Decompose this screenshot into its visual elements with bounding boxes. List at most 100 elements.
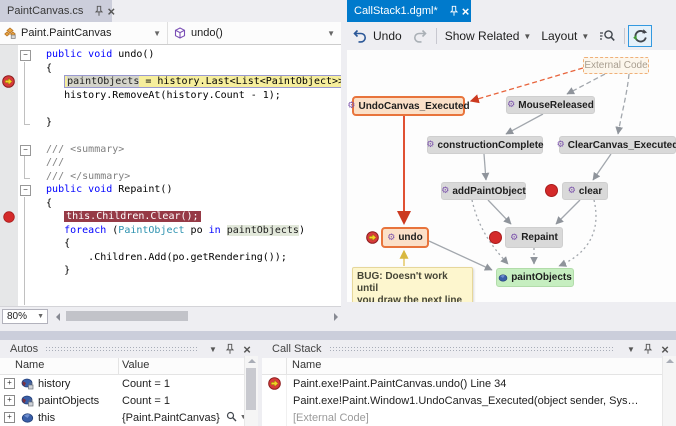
- chevron-down-icon: ▼: [327, 29, 335, 38]
- code-segment: = history.Last<List<PaintObject>>();: [139, 76, 341, 87]
- show-related-dropdown[interactable]: Show Related ▼: [440, 25, 537, 47]
- tab-label: CallStack1.dgml*: [354, 5, 438, 17]
- close-icon[interactable]: ×: [107, 5, 115, 18]
- graph-node-external-code[interactable]: External Code: [583, 57, 649, 74]
- current-statement-icon[interactable]: [2, 75, 15, 88]
- drag-grip[interactable]: [330, 347, 615, 351]
- fold-toggle-icon[interactable]: −: [20, 185, 31, 196]
- autos-row[interactable]: +historyCount = 1: [0, 375, 258, 392]
- code-line[interactable]: }: [0, 264, 341, 278]
- column-name: Name: [15, 359, 44, 371]
- expander-icon[interactable]: +: [4, 412, 15, 423]
- graph-node-label: UndoCanvas_Executed: [358, 101, 469, 112]
- code-line[interactable]: {: [0, 62, 341, 76]
- tab-callstack-dgml[interactable]: CallStack1.dgml* ×: [347, 0, 471, 22]
- graph-node-addpaintobject[interactable]: ⚙addPaintObject: [441, 182, 526, 200]
- code-line[interactable]: [0, 129, 341, 143]
- hscroll-thumb[interactable]: [66, 311, 188, 321]
- column-separator[interactable]: [118, 358, 119, 374]
- breakpoint-icon[interactable]: [3, 211, 16, 224]
- code-line[interactable]: paintObjects = history.Last<List<PaintOb…: [0, 75, 341, 89]
- scroll-thumb[interactable]: [246, 368, 256, 410]
- magnifier-icon[interactable]: [226, 411, 237, 425]
- pin-icon[interactable]: [641, 342, 655, 356]
- code-editor[interactable]: − public void undo() { paintObjects = hi…: [0, 45, 341, 306]
- scroll-up-arrow[interactable]: [248, 359, 256, 363]
- code-line[interactable]: history.RemoveAt(history.Count - 1);: [0, 89, 341, 103]
- frame-text: [External Code]: [293, 412, 369, 424]
- zoom-tool-button[interactable]: [594, 25, 621, 47]
- code-line[interactable]: − /// <summary>: [0, 143, 341, 157]
- callstack-header: Call Stack ▼ ×: [262, 340, 676, 358]
- close-icon[interactable]: ×: [658, 342, 672, 356]
- undo-button[interactable]: Undo: [347, 25, 407, 47]
- close-icon[interactable]: ×: [240, 342, 254, 356]
- hscroll-left-arrow[interactable]: [56, 313, 60, 321]
- code-segment: PaintObject: [118, 225, 184, 236]
- member-dropdown[interactable]: undo() ▼: [168, 22, 341, 44]
- callstack-frame[interactable]: Paint.exe!Paint.PaintCanvas.undo() Line …: [262, 375, 676, 392]
- code-line[interactable]: [0, 102, 341, 116]
- code-line[interactable]: /// </summary>: [0, 170, 341, 184]
- zoom-level-dropdown[interactable]: 80% ▼: [2, 309, 48, 324]
- code-text: this.Children.Clear();: [40, 210, 201, 224]
- code-line[interactable]: − public void undo(): [0, 48, 341, 62]
- graph-node-mousereleased[interactable]: ⚙MouseReleased: [506, 96, 595, 114]
- fold-toggle-icon[interactable]: −: [20, 145, 31, 156]
- graph-node-undocanvas-executed[interactable]: ⚙UndoCanvas_Executed: [352, 96, 465, 116]
- callstack-frame[interactable]: [External Code]: [262, 409, 676, 426]
- code-line[interactable]: − public void Repaint(): [0, 183, 341, 197]
- outline-line: [24, 251, 25, 265]
- scroll-up-arrow[interactable]: [666, 359, 674, 363]
- fold-toggle-icon[interactable]: −: [20, 50, 31, 61]
- horizontal-splitter[interactable]: [0, 331, 676, 340]
- redo-button[interactable]: [407, 25, 433, 47]
- drag-grip[interactable]: [46, 347, 197, 351]
- code-segment: [40, 225, 64, 236]
- graph-node-paintobjects[interactable]: paintObjects: [496, 268, 574, 287]
- type-dropdown[interactable]: Paint.PaintCanvas ▼: [0, 22, 168, 44]
- autos-column-headers: Name Value: [0, 358, 258, 375]
- callstack-scrollbar[interactable]: [662, 356, 676, 426]
- graph-node-constructioncomplete[interactable]: ⚙constructionComplete: [427, 136, 543, 154]
- autos-scrollbar[interactable]: [244, 356, 258, 426]
- window-menu-icon[interactable]: ▼: [206, 342, 220, 356]
- method-icon: ⚙: [557, 140, 565, 150]
- close-icon[interactable]: ×: [462, 5, 470, 18]
- graph-node-repaint[interactable]: ⚙Repaint: [505, 227, 563, 248]
- code-line[interactable]: }: [0, 116, 341, 130]
- callstack-frame[interactable]: Paint.exe!Paint.Window1.UndoCanvas_Execu…: [262, 392, 676, 409]
- dgml-graph-canvas[interactable]: External Code⚙UndoCanvas_Executed⚙MouseR…: [347, 50, 676, 302]
- code-line[interactable]: this.Children.Clear();: [0, 210, 341, 224]
- code-line[interactable]: ///: [0, 156, 341, 170]
- pin-icon[interactable]: [448, 5, 460, 18]
- graph-node-clear[interactable]: ⚙clear: [562, 182, 608, 200]
- expander-icon[interactable]: +: [4, 378, 15, 389]
- autos-row[interactable]: +this{Paint.PaintCanvas}▼: [0, 409, 258, 426]
- code-line[interactable]: .Children.Add(po.getRendering());: [0, 251, 341, 265]
- tab-paintcanvas[interactable]: PaintCanvas.cs ×: [0, 0, 112, 22]
- hscroll-right-arrow[interactable]: [334, 313, 338, 321]
- method-icon: ⚙: [441, 186, 449, 196]
- code-line[interactable]: {: [0, 197, 341, 211]
- code-segment: [40, 252, 88, 263]
- sync-graph-button[interactable]: [628, 25, 652, 47]
- pin-icon[interactable]: [93, 5, 105, 18]
- code-line[interactable]: {: [0, 237, 341, 251]
- outline-line: [24, 89, 25, 103]
- code-segment: [40, 90, 64, 101]
- autos-row[interactable]: +paintObjectsCount = 1: [0, 392, 258, 409]
- graph-node-clearcanvas-executed[interactable]: ⚙ClearCanvas_Executed: [559, 136, 676, 154]
- code-line[interactable]: [0, 278, 341, 292]
- expander-icon[interactable]: +: [4, 395, 15, 406]
- code-line[interactable]: foreach (PaintObject po in paintObjects): [0, 224, 341, 238]
- graph-node-undo[interactable]: ⚙undo: [381, 227, 429, 248]
- redo-icon: [412, 28, 428, 44]
- pin-icon[interactable]: [223, 342, 237, 356]
- code-segment: in: [209, 225, 227, 236]
- bug-note[interactable]: BUG: Doesn't work untilyou draw the next…: [352, 267, 473, 306]
- layout-dropdown[interactable]: Layout ▼: [536, 25, 594, 47]
- outline-line: [24, 62, 25, 76]
- window-menu-icon[interactable]: ▼: [624, 342, 638, 356]
- code-line[interactable]: [0, 291, 341, 305]
